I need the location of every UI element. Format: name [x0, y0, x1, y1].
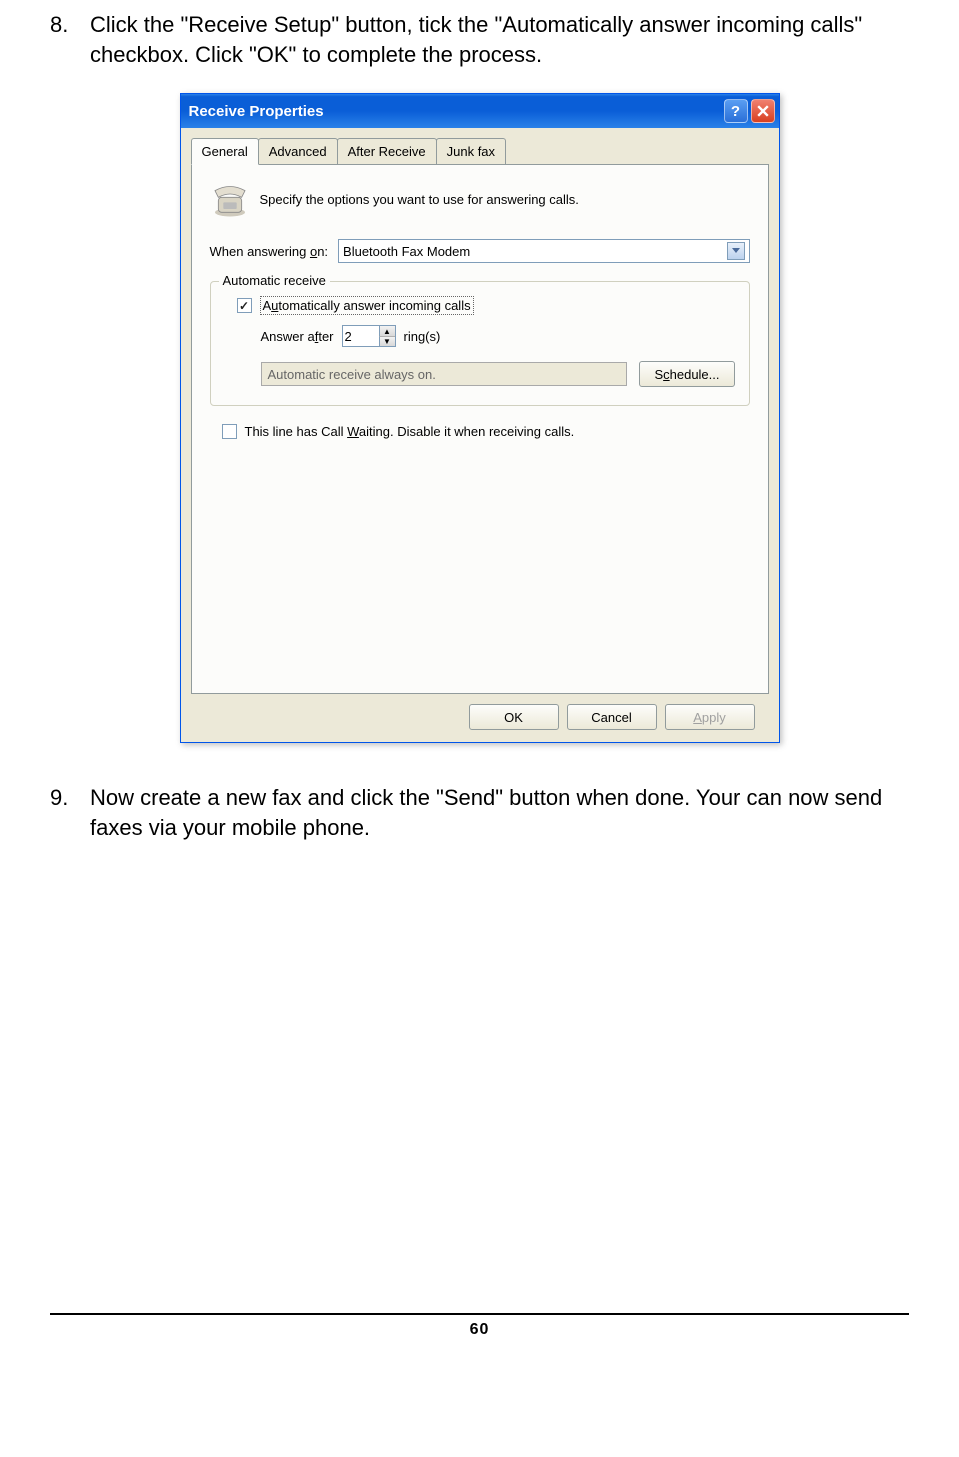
step-9-text: Now create a new fax and click the "Send…: [90, 783, 909, 842]
step-9: 9. Now create a new fax and click the "S…: [50, 783, 909, 842]
modem-select[interactable]: Bluetooth Fax Modem: [338, 239, 749, 263]
auto-answer-checkbox[interactable]: [237, 298, 252, 313]
dialog-title: Receive Properties: [189, 103, 724, 120]
rings-value: 2: [345, 329, 352, 344]
modem-select-value: Bluetooth Fax Modem: [343, 244, 470, 259]
receive-status-text: Automatic receive always on.: [268, 367, 436, 382]
schedule-button[interactable]: Schedule...: [639, 361, 734, 387]
step-8-text: Click the "Receive Setup" button, tick t…: [90, 10, 909, 69]
answer-after-label: Answer after: [261, 329, 334, 344]
titlebar[interactable]: Receive Properties ?: [181, 94, 779, 128]
page-number: 60: [0, 1315, 959, 1359]
when-answering-label: When answering on:: [210, 244, 329, 259]
receive-properties-dialog: Receive Properties ? General Advanced Af…: [180, 93, 780, 743]
intro-text: Specify the options you want to use for …: [260, 192, 579, 207]
tab-strip: General Advanced After Receive Junk fax: [191, 138, 769, 164]
dropdown-arrow-icon: [727, 242, 745, 260]
rings-down-button[interactable]: ▼: [379, 337, 395, 347]
tab-after-receive[interactable]: After Receive: [337, 138, 437, 164]
tab-advanced[interactable]: Advanced: [258, 138, 338, 164]
automatic-receive-group: Automatic receive Automatically answer i…: [210, 281, 750, 406]
close-icon: [757, 105, 769, 117]
step-8-number: 8.: [50, 10, 90, 69]
phone-icon: [210, 179, 250, 219]
ok-button[interactable]: OK: [469, 704, 559, 730]
auto-answer-label: Automatically answer incoming calls: [260, 296, 474, 315]
group-legend: Automatic receive: [219, 273, 330, 288]
rings-input[interactable]: 2 ▲ ▼: [342, 325, 396, 347]
receive-status-field: Automatic receive always on.: [261, 362, 628, 386]
call-waiting-label: This line has Call Waiting. Disable it w…: [245, 424, 575, 439]
call-waiting-checkbox[interactable]: [222, 424, 237, 439]
tab-general[interactable]: General: [191, 138, 259, 165]
step-9-number: 9.: [50, 783, 90, 842]
apply-button[interactable]: Apply: [665, 704, 755, 730]
rings-up-button[interactable]: ▲: [379, 326, 395, 337]
cancel-button[interactable]: Cancel: [567, 704, 657, 730]
help-button[interactable]: ?: [724, 99, 748, 123]
close-button[interactable]: [751, 99, 775, 123]
tab-panel-general: Specify the options you want to use for …: [191, 164, 769, 694]
step-8: 8. Click the "Receive Setup" button, tic…: [50, 10, 909, 69]
rings-suffix: ring(s): [404, 329, 441, 344]
tab-junk-fax[interactable]: Junk fax: [436, 138, 506, 164]
